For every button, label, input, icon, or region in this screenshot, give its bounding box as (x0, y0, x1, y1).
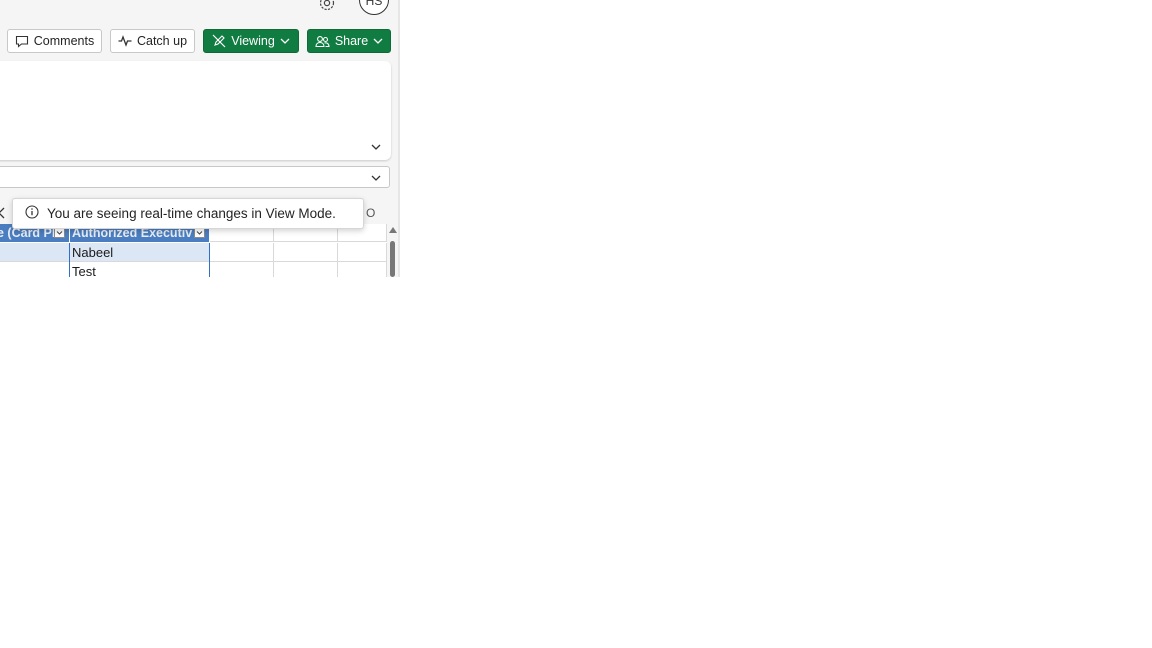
scrollbar-thumb[interactable] (390, 241, 395, 277)
column-header-letter[interactable]: O (366, 206, 375, 220)
share-button[interactable]: Share (307, 29, 391, 53)
expand-ribbon-chevron-icon[interactable] (370, 140, 382, 152)
viewing-label: Viewing (231, 34, 275, 48)
grid-cell[interactable] (274, 262, 338, 277)
scroll-up-arrow-icon[interactable] (389, 227, 397, 233)
view-mode-notification: You are seeing real-time changes in View… (12, 198, 364, 229)
viewing-mode-button[interactable]: Viewing (203, 29, 299, 53)
user-avatar[interactable]: HS (359, 0, 389, 15)
table-cell[interactable]: Nabeel (70, 243, 210, 262)
table-cell[interactable] (0, 243, 70, 262)
share-people-icon (315, 35, 330, 48)
catch-up-label: Catch up (136, 34, 188, 48)
comments-label: Comments (33, 34, 95, 48)
table-cell[interactable] (0, 262, 70, 277)
formula-bar[interactable] (0, 166, 390, 188)
catch-up-button[interactable]: Catch up (110, 29, 195, 53)
chevron-down-icon (280, 37, 290, 45)
window-edge (398, 0, 400, 277)
grid-cell[interactable] (210, 243, 274, 262)
spreadsheet-grid[interactable]: e (Card Pl Authorized Executiv Nabeel Te… (0, 224, 387, 277)
notification-message: You are seeing real-time changes in View… (47, 206, 336, 221)
expand-formula-bar-chevron-icon[interactable] (370, 171, 382, 183)
comment-icon (15, 35, 29, 48)
grid-cell[interactable] (338, 243, 387, 262)
chevron-left-icon[interactable] (0, 206, 6, 220)
avatar-initials: HS (365, 0, 383, 8)
chevron-down-icon (373, 37, 383, 45)
excel-app-window: HS Comments Catch up Viewing Share O e (… (0, 0, 400, 277)
table-cell[interactable]: Test (70, 262, 210, 277)
authorized-executive-value: Test (72, 264, 96, 277)
comments-button[interactable]: Comments (7, 29, 102, 53)
info-icon (25, 205, 39, 222)
grid-cell[interactable] (210, 262, 274, 277)
grid-cell[interactable] (338, 262, 387, 277)
authorized-executive-value: Nabeel (72, 245, 114, 260)
share-label: Share (334, 34, 369, 48)
gear-icon[interactable] (318, 0, 336, 12)
activity-icon (118, 35, 132, 47)
pencil-off-icon (212, 34, 226, 48)
grid-cell[interactable] (274, 243, 338, 262)
ribbon-panel (0, 61, 391, 160)
